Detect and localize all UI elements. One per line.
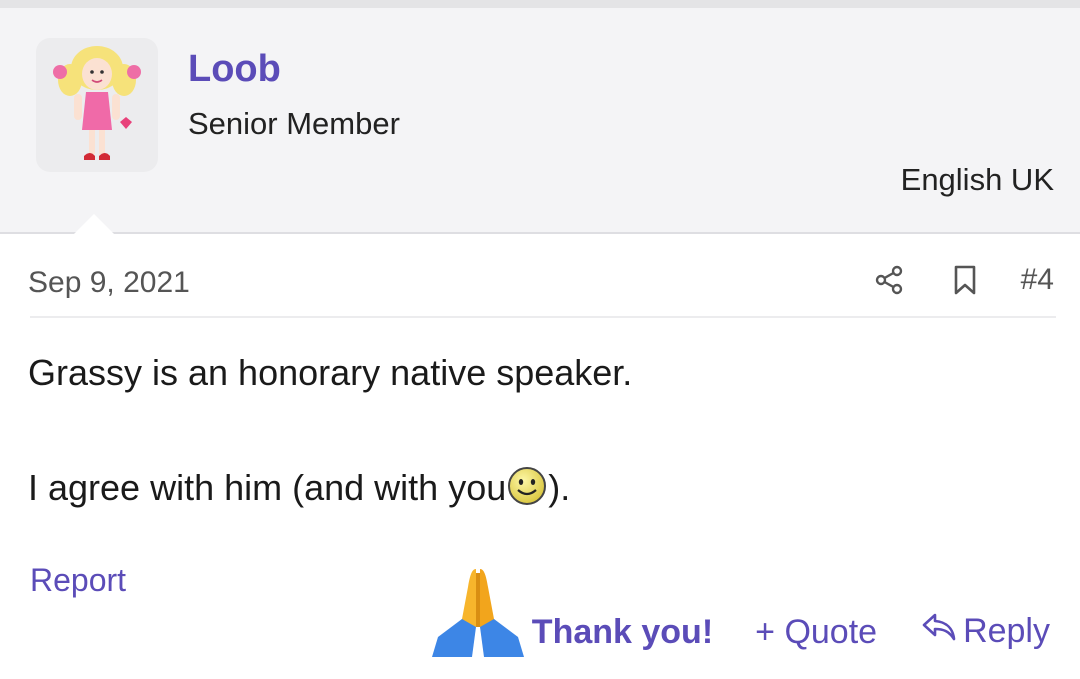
post-header-divider <box>30 316 1056 318</box>
speech-pointer <box>68 214 120 240</box>
bookmark-icon[interactable] <box>947 262 983 298</box>
post-date[interactable]: Sep 9, 2021 <box>28 266 190 300</box>
username[interactable]: Loob <box>188 48 281 91</box>
post-text-segment: ). <box>548 467 571 508</box>
quote-button[interactable]: + Quote <box>755 613 877 662</box>
pray-hands-icon <box>431 565 524 662</box>
report-link[interactable]: Report <box>30 562 126 599</box>
user-title: Senior Member <box>188 106 400 141</box>
top-divider <box>0 0 1080 8</box>
post-meta-actions: #4 <box>871 262 1054 298</box>
post-text-line: I agree with him (and with you). <box>28 466 570 515</box>
user-language: English UK <box>900 162 1054 197</box>
reply-label: Reply <box>963 612 1050 650</box>
reply-arrow-icon <box>921 611 957 652</box>
post-actions: Thank you! + Quote Reply <box>431 552 1050 662</box>
thank-you-label: Thank you! <box>531 613 714 651</box>
thank-you-button[interactable]: Thank you! <box>431 565 714 662</box>
post-text-segment: I agree with him (and with you <box>28 467 507 508</box>
reply-button[interactable]: Reply <box>921 611 1050 662</box>
post-number[interactable]: #4 <box>1021 263 1054 297</box>
smiley-icon <box>507 466 547 515</box>
avatar[interactable] <box>36 38 158 172</box>
user-info-panel: Loob Senior Member English UK <box>0 8 1080 240</box>
post-text-line: Grassy is an honorary native speaker. <box>28 352 633 393</box>
share-icon[interactable] <box>871 262 907 298</box>
